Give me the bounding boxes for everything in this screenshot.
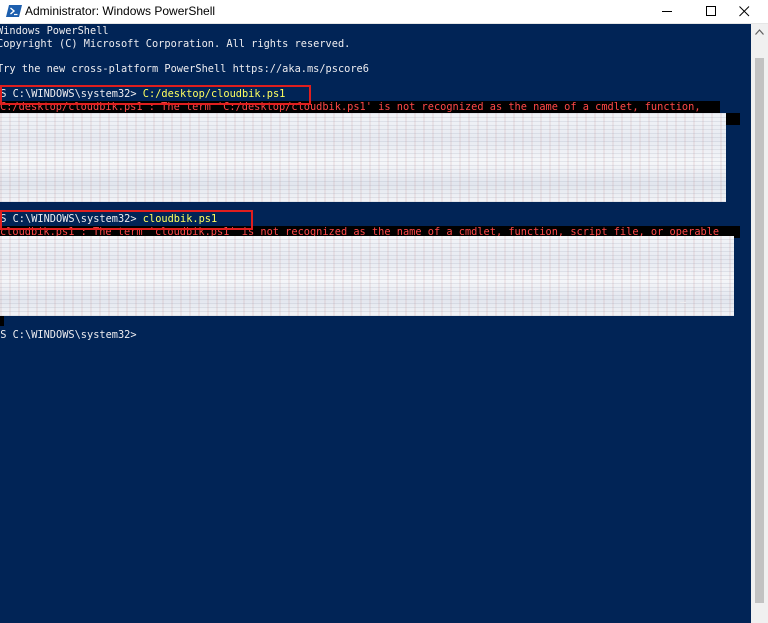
- text-cursor: [680, 302, 686, 303]
- vertical-scrollbar[interactable]: [751, 24, 768, 623]
- highlight-box-command-2: [0, 210, 253, 230]
- redacted-error-block: [0, 236, 734, 316]
- close-icon: [739, 6, 750, 17]
- banner-line: Windows PowerShell: [0, 25, 109, 37]
- minimize-button[interactable]: [645, 0, 691, 23]
- redacted-error-block: [0, 113, 726, 202]
- close-button[interactable]: [722, 0, 768, 23]
- highlight-box-command-1: [0, 85, 311, 105]
- powershell-icon: [6, 4, 22, 18]
- final-prompt: PS C:\WINDOWS\system32>: [0, 329, 137, 341]
- minimize-icon: [662, 11, 672, 12]
- scrollbar-thumb[interactable]: [755, 58, 764, 603]
- chevron-up-icon[interactable]: [755, 29, 764, 35]
- title-bar[interactable]: Administrator: Windows PowerShell: [0, 0, 768, 24]
- copyright-line: Copyright (C) Microsoft Corporation. All…: [0, 38, 351, 50]
- maximize-icon: [706, 6, 716, 16]
- console-output[interactable]: Windows PowerShell Copyright (C) Microso…: [0, 24, 751, 623]
- pscore-line: Try the new cross-platform PowerShell ht…: [0, 63, 369, 75]
- powershell-window: Administrator: Windows PowerShell Window…: [0, 0, 768, 623]
- window-title: Administrator: Windows PowerShell: [25, 4, 216, 18]
